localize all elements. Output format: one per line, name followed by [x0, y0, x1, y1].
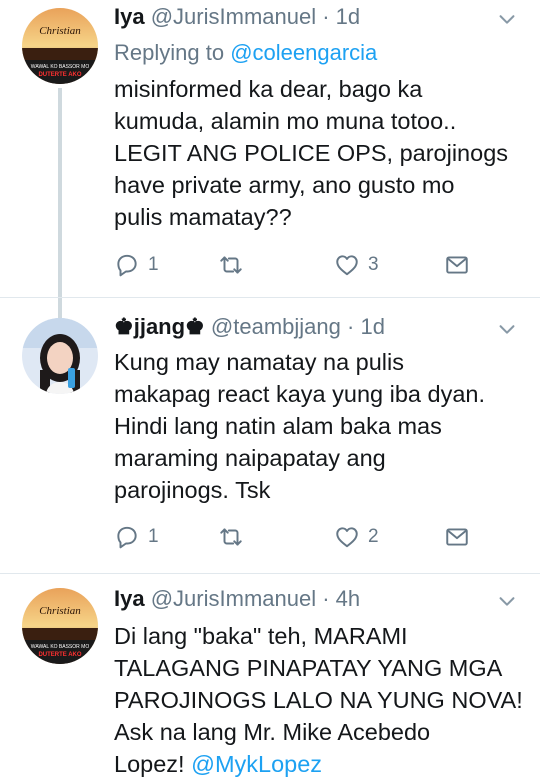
- tweet-text-line: LEGIT ANG POLICE OPS, parojinogs: [114, 140, 509, 166]
- action-bar: 1 3: [114, 252, 474, 282]
- tweet-text-line: parojinogs. Tsk: [114, 477, 271, 503]
- timestamp[interactable]: 1d: [360, 314, 384, 339]
- dm-icon: [446, 528, 468, 546]
- retweet-button[interactable]: [218, 252, 244, 278]
- tweet-text-line: kumuda, alamin mo muna totoo..: [114, 108, 457, 134]
- chevron-down-icon[interactable]: [496, 590, 518, 612]
- avatar-label: Christian: [39, 605, 81, 617]
- username[interactable]: @JurisImmanuel: [151, 4, 316, 29]
- tweet-text-line: misinformed ka dear, bago ka: [114, 76, 423, 102]
- avatar-label: DUTERTE AKO: [38, 652, 81, 658]
- tweet-header: ♚jjang♚ @teambjjang · 1d: [114, 314, 385, 340]
- retweet-icon: [220, 256, 242, 274]
- replying-to: Replying to @coleengarcia: [114, 40, 377, 66]
- tweet-text-fragment: Lopez!: [114, 751, 192, 777]
- display-name[interactable]: ♚jjang♚: [114, 314, 205, 339]
- retweet-icon: [220, 528, 242, 546]
- tweet-text-line: PAROJINOGS LALO NA YUNG NOVA!: [114, 687, 523, 713]
- reply-icon: [117, 254, 137, 277]
- retweet-button[interactable]: [218, 524, 244, 550]
- chevron-down-icon[interactable]: [496, 8, 518, 30]
- timestamp[interactable]: 1d: [336, 4, 360, 29]
- reply-button[interactable]: 1: [114, 252, 159, 278]
- mention-link[interactable]: @MykLopez: [191, 751, 322, 777]
- like-count: 2: [368, 526, 379, 547]
- like-button[interactable]: 3: [334, 252, 379, 278]
- reply-icon: [117, 526, 137, 549]
- mention-link[interactable]: @coleengarcia: [230, 40, 377, 65]
- avatar[interactable]: Christian WAWAL KO BASSOR MO DUTERTE AKO: [22, 8, 98, 84]
- like-count: 3: [368, 254, 379, 275]
- tweet-text-line: TALAGANG PINAPATAY YANG MGA: [114, 655, 503, 681]
- dm-button[interactable]: [444, 524, 470, 550]
- tweet-header: Iya @JurisImmanuel · 4h: [114, 586, 360, 612]
- timestamp[interactable]: 4h: [336, 586, 360, 611]
- dm-button[interactable]: [444, 252, 470, 278]
- tweet-text-line: Di lang "baka" teh, MARAMI: [114, 623, 408, 649]
- action-bar: 1 2: [114, 524, 474, 554]
- separator: ·: [340, 314, 361, 339]
- tweet-text-line: Kung may namatay na pulis: [114, 349, 404, 375]
- separator: ·: [316, 4, 336, 29]
- avatar[interactable]: Christian WAWAL KO BASSOR MO DUTERTE AKO: [22, 588, 98, 664]
- tweet-text-line: have private army, ano gusto mo: [114, 172, 455, 198]
- tweet-text-line: Ask na lang Mr. Mike Acebedo: [114, 719, 431, 745]
- tweet[interactable]: Christian WAWAL KO BASSOR MO DUTERTE AKO…: [0, 574, 540, 777]
- reply-button[interactable]: 1: [114, 524, 159, 550]
- tweet-text-line: makapag react kaya yung iba dyan.: [114, 381, 486, 407]
- tweet-text: Kung may namatay na pulis makapag react …: [114, 346, 524, 506]
- separator: ·: [316, 586, 336, 611]
- avatar-label: WAWAL KO BASSOR MO: [31, 644, 90, 650]
- tweet-text-line: maraming naipapatay ang: [114, 445, 386, 471]
- replying-label: Replying to: [114, 40, 231, 65]
- like-icon: [336, 255, 358, 276]
- tweet[interactable]: Christian WAWAL KO BASSOR MO DUTERTE AKO…: [0, 0, 540, 300]
- username[interactable]: @JurisImmanuel: [151, 586, 316, 611]
- avatar-label: DUTERTE AKO: [38, 72, 81, 78]
- display-name[interactable]: Iya: [114, 4, 145, 29]
- reply-count: 1: [148, 526, 159, 547]
- thread-line: [58, 298, 62, 318]
- tweet-text: misinformed ka dear, bago ka kumuda, ala…: [114, 73, 524, 233]
- display-name[interactable]: Iya: [114, 586, 145, 611]
- tweet-text-line: pulis mamatay??: [114, 204, 292, 230]
- tweet-header: Iya @JurisImmanuel · 1d: [114, 4, 360, 30]
- avatar[interactable]: [22, 318, 98, 394]
- thread-line: [58, 88, 62, 300]
- tweet-text: Di lang "baka" teh, MARAMI TALAGANG PINA…: [114, 620, 524, 780]
- tweet-text-line: Lopez! @MykLopez: [114, 748, 524, 780]
- like-button[interactable]: 2: [334, 524, 379, 550]
- avatar-label: Christian: [39, 25, 81, 37]
- reply-count: 1: [148, 254, 159, 275]
- like-icon: [336, 527, 358, 548]
- tweet[interactable]: ♚jjang♚ @teambjjang · 1d Kung may namata…: [0, 298, 540, 574]
- dm-icon: [446, 256, 468, 274]
- username[interactable]: @teambjjang: [211, 314, 341, 339]
- tweet-text-line: Hindi lang natin alam baka mas: [114, 413, 442, 439]
- avatar-label: WAWAL KO BASSOR MO: [31, 64, 90, 70]
- chevron-down-icon[interactable]: [496, 318, 518, 340]
